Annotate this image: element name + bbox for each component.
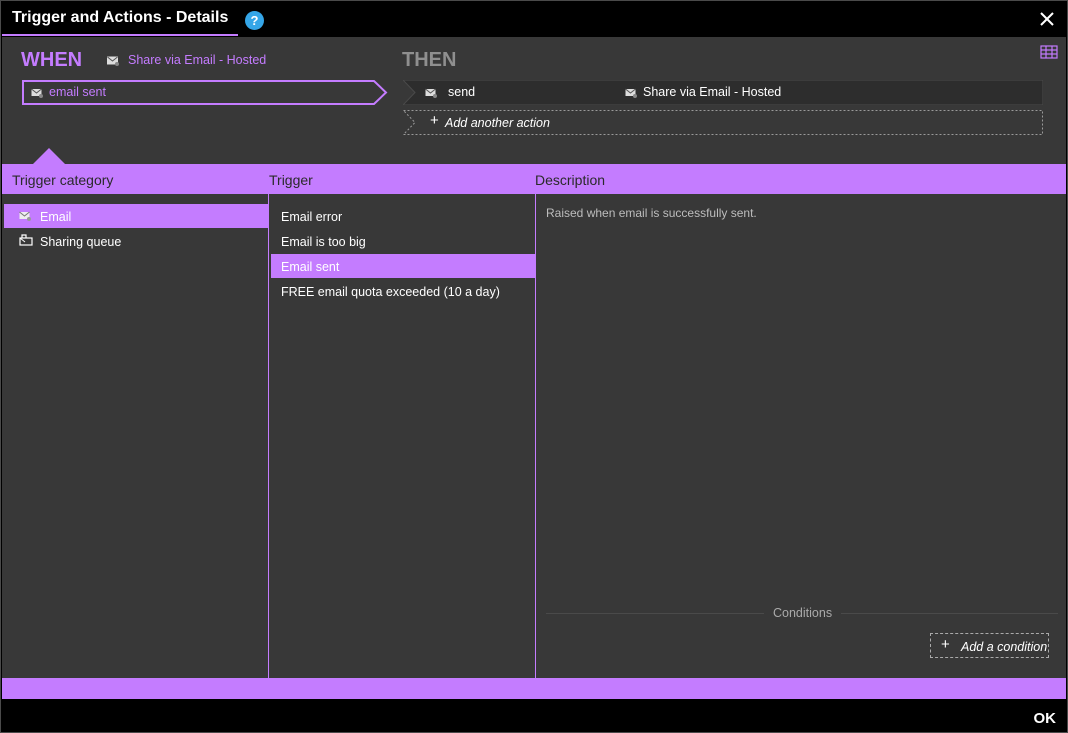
ok-button[interactable]: OK: [1034, 710, 1057, 727]
bottom-accent-band: [2, 678, 1066, 699]
dialog-window: Trigger and Actions - Details ? WHEN Sha…: [0, 0, 1068, 733]
trigger-header: Trigger: [269, 172, 313, 188]
description-header: Description: [535, 172, 606, 188]
category-item-sharing-queue[interactable]: Sharing queue: [4, 229, 268, 253]
conditions-label: Conditions: [764, 606, 842, 620]
footer: OK: [2, 699, 1066, 732]
help-icon[interactable]: ?: [245, 11, 264, 30]
dialog-title: Trigger and Actions - Details: [12, 9, 229, 26]
trigger-label: Email sent: [281, 260, 340, 274]
trigger-selector[interactable]: email sent: [22, 80, 388, 105]
when-source[interactable]: Share via Email - Hosted: [107, 53, 266, 67]
add-condition-label: Add a condition: [961, 640, 1048, 654]
action-name: send: [448, 85, 476, 99]
trigger-label: Email error: [281, 210, 343, 224]
category-label: Sharing queue: [40, 235, 122, 249]
queue-icon: [19, 234, 33, 249]
selection-caret: [33, 148, 65, 164]
when-label: WHEN: [21, 49, 83, 71]
trigger-item[interactable]: FREE email quota exceeded (10 a day): [271, 279, 535, 303]
mail-icon: [425, 86, 437, 101]
action-target: Share via Email - Hosted: [643, 85, 782, 99]
trigger-actions-header: WHEN Share via Email - Hosted email sent…: [2, 37, 1066, 164]
mail-icon: [625, 86, 637, 101]
trigger-label: Email is too big: [281, 235, 366, 249]
add-condition-button[interactable]: + Add a condition: [930, 633, 1049, 658]
action-row[interactable]: send Share via Email - Hosted: [403, 80, 1043, 105]
category-header: Trigger category: [12, 172, 114, 188]
description-panel: Raised when email is successfully sent. …: [536, 194, 1066, 678]
description-text: Raised when email is successfully sent.: [546, 206, 757, 220]
when-source-label: Share via Email - Hosted: [128, 53, 267, 67]
title-bar: Trigger and Actions - Details ?: [2, 2, 1066, 36]
table-view-icon[interactable]: [1040, 45, 1058, 59]
category-list: Email Sharing queue: [2, 194, 268, 678]
add-action-button[interactable]: + Add another action: [403, 110, 1043, 135]
column-headers: Trigger category Trigger Description: [2, 164, 1066, 194]
trigger-list: Email error Email is too big Email sent …: [269, 194, 535, 678]
mail-icon: [107, 55, 119, 66]
trigger-value: email sent: [49, 85, 106, 99]
then-label: THEN: [402, 49, 457, 71]
trigger-item-selected[interactable]: Email sent: [271, 254, 535, 278]
trigger-item[interactable]: Email error: [271, 204, 535, 228]
category-label: Email: [40, 210, 72, 224]
mail-icon: [31, 86, 43, 101]
mail-icon: [19, 209, 31, 224]
close-icon[interactable]: [1034, 6, 1060, 32]
plus-icon: +: [430, 112, 439, 129]
trigger-item[interactable]: Email is too big: [271, 229, 535, 253]
add-action-label: Add another action: [445, 116, 550, 130]
trigger-label: FREE email quota exceeded (10 a day): [281, 285, 500, 299]
category-item-email[interactable]: Email: [4, 204, 268, 228]
plus-icon: +: [941, 636, 950, 653]
title-tab: Trigger and Actions - Details: [2, 2, 239, 36]
